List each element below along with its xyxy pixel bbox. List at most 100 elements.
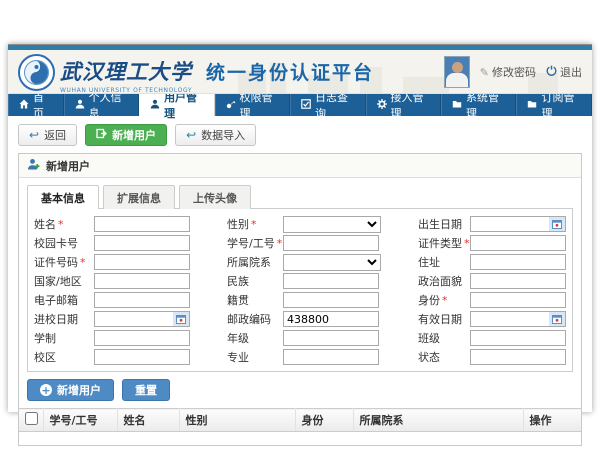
form-actions: + 新增用户 重置 [19,372,581,408]
form-row-status: 状态 [418,349,566,365]
log-icon [301,99,311,112]
select-all-checkbox[interactable] [25,412,38,425]
gender-select[interactable] [283,216,381,233]
content-area: ↩ 返回 新增用户 ↩ 数据导入 新增用户 基本信息 扩展信息 上传头 [8,116,592,448]
nav-tab-log-query[interactable]: 日志查询 [290,94,365,116]
identity-input[interactable] [470,292,566,308]
name-input[interactable] [94,216,190,232]
nav-tab-subscription-management[interactable]: 订阅管理 [516,94,591,116]
toolbar: ↩ 返回 新增用户 ↩ 数据导入 [18,124,582,146]
form-row-identity: 身份* [418,292,566,308]
address-input[interactable] [470,254,566,270]
col-name: 姓名 [117,409,179,432]
native-place-input[interactable] [283,292,379,308]
birth-date-calendar-icon[interactable] [549,217,565,231]
form-row-entry-date: 进校日期 [34,311,190,327]
country-region-input[interactable] [94,273,190,289]
grade-input[interactable] [283,330,379,346]
form-row-study-length: 学制 [34,330,190,346]
id-type-input[interactable] [470,235,566,251]
select-all-header [19,409,43,432]
nav-tab-personal-info[interactable]: 个人信息 [64,94,139,116]
major-input[interactable] [283,349,379,365]
header-titles: 武汉理工大学统一身份认证平台 WUHAN UNIVERSITY OF TECHN… [60,56,374,94]
logout-link[interactable]: 退出 [546,64,582,80]
form-row-name: 姓名* [34,216,190,232]
users-icon [150,99,160,112]
folder-icon [527,99,537,112]
form-row-country-region: 国家/地区 [34,273,190,289]
add-user-panel: 新增用户 基本信息 扩展信息 上传头像 姓名* [18,153,582,446]
form-row-postal-code: 邮政编码 [227,311,381,327]
nav-tab-system-management[interactable]: 系统管理 [441,94,516,116]
form-row-id-number: 证件号码* [34,254,190,270]
tabs-wrap: 基本信息 扩展信息 上传头像 姓名* 校园卡号 [19,178,581,372]
nav-tab-access-management[interactable]: 接入管理 [366,94,441,116]
form-row-birth-date: 出生日期 [418,216,566,232]
pencil-icon: ✎ [480,66,489,79]
form-row-gender: 性别* [227,216,381,232]
user-plus-icon [27,158,40,174]
submit-add-user-button[interactable]: + 新增用户 [27,379,114,401]
header-right: ✎ 修改密码 退出 [444,50,582,94]
student-id-input[interactable] [283,235,379,251]
data-import-button[interactable]: ↩ 数据导入 [175,124,256,146]
form-row-address: 住址 [418,254,566,270]
nav-tab-home[interactable]: 首页 [8,94,64,116]
basic-info-pane: 姓名* 校园卡号 证件号码* [27,208,573,372]
id-number-input[interactable] [94,254,190,270]
form-row-student-id: 学号/工号* [227,235,381,251]
campus-input[interactable] [94,349,190,365]
empty-table-row [19,432,581,445]
col-student-id: 学号/工号 [43,409,117,432]
university-logo [18,54,55,94]
add-user-toolbar-button[interactable]: 新增用户 [85,124,167,146]
political-status-input[interactable] [470,273,566,289]
platform-title: 统一身份认证平台 [206,62,374,84]
status-input[interactable] [470,349,566,365]
nav-tab-user-management[interactable]: 用户管理 [139,94,214,116]
user-table: 学号/工号 姓名 性别 身份 所属院系 操作 [19,408,581,445]
back-arrow-icon: ↩ [29,129,39,141]
form-column-2: 性别* 学号/工号* 所属院系 [227,216,381,365]
import-arrow-icon: ↩ [186,129,196,141]
tab-basic-info[interactable]: 基本信息 [27,185,99,209]
change-password-link[interactable]: ✎ 修改密码 [480,64,536,80]
form-column-1: 姓名* 校园卡号 证件号码* [34,216,190,365]
nav-tab-permission-management[interactable]: 权限管理 [215,94,290,116]
form-row-campus-card: 校园卡号 [34,235,190,251]
user-avatar[interactable] [444,56,470,88]
postal-code-input[interactable] [283,311,379,327]
email-input[interactable] [94,292,190,308]
entry-date-calendar-icon[interactable] [173,312,189,326]
valid-date-calendar-icon[interactable] [549,312,565,326]
tab-extended-info[interactable]: 扩展信息 [103,185,175,209]
folder-icon [452,99,462,112]
study-length-input[interactable] [94,330,190,346]
form-row-department: 所属院系 [227,254,381,270]
form-row-class: 班级 [418,330,566,346]
tab-upload-avatar[interactable]: 上传头像 [179,185,251,209]
department-select[interactable] [283,254,381,271]
university-name-en: WUHAN UNIVERSITY OF TECHNOLOGY [60,87,374,94]
form-row-campus: 校区 [34,349,190,365]
ethnicity-input[interactable] [283,273,379,289]
user-icon [75,99,85,112]
col-actions: 操作 [523,409,581,432]
back-button[interactable]: ↩ 返回 [18,124,77,146]
form-row-id-type: 证件类型* [418,235,566,251]
plus-circle-icon: + [40,384,52,396]
class-input[interactable] [470,330,566,346]
power-icon [546,65,557,79]
table-header-row: 学号/工号 姓名 性别 身份 所属院系 操作 [19,409,581,432]
form-column-3: 出生日期 证件类型* 住址 [418,216,566,365]
form-tabs: 基本信息 扩展信息 上传头像 [27,184,573,208]
col-identity: 身份 [295,409,353,432]
col-gender: 性别 [179,409,295,432]
form-row-political-status: 政治面貌 [418,273,566,289]
header: 武汉理工大学统一身份认证平台 WUHAN UNIVERSITY OF TECHN… [8,50,592,94]
reset-button[interactable]: 重置 [122,379,170,401]
gear-icon [377,99,387,112]
campus-card-input[interactable] [94,235,190,251]
form-row-email: 电子邮箱 [34,292,190,308]
